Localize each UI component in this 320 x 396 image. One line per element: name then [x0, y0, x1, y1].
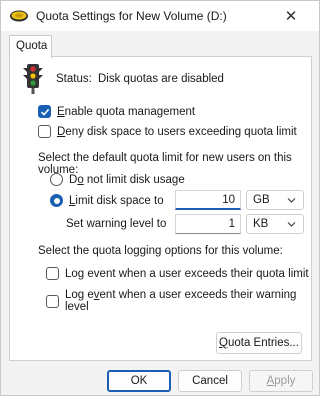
checkbox-box[interactable]: [46, 267, 59, 280]
title-bar: Quota Settings for New Volume (D:) ✕: [1, 1, 319, 31]
ok-button[interactable]: OK: [107, 370, 171, 392]
limit-value-input[interactable]: 10: [175, 190, 241, 210]
tab-label: Quota: [16, 40, 48, 52]
status-value: Disk quotas are disabled: [98, 73, 224, 85]
limit-space-radio[interactable]: Limit disk space to: [50, 194, 164, 207]
quota-tab-panel: Status: Disk quotas are disabled Enable …: [9, 56, 312, 361]
status-label: Status:: [56, 73, 92, 85]
apply-button[interactable]: Apply: [249, 370, 313, 392]
warning-unit-value: KB: [253, 218, 269, 230]
checkbox-box[interactable]: [38, 125, 51, 138]
radio-circle[interactable]: [50, 194, 63, 207]
chevron-down-icon: [287, 198, 296, 203]
warning-value-input[interactable]: 1: [175, 214, 241, 234]
close-icon: ✕: [284, 8, 298, 25]
deny-space-label: Deny disk space to users exceeding quota…: [57, 125, 297, 138]
cancel-button[interactable]: Cancel: [178, 370, 242, 392]
window-title: Quota Settings for New Volume (D:): [36, 9, 227, 23]
warning-unit-select[interactable]: KB: [246, 214, 304, 234]
close-button[interactable]: ✕: [269, 1, 313, 31]
limit-space-label: Limit disk space to: [69, 194, 164, 207]
enable-quota-label: Enable quota management: [57, 105, 196, 118]
log-quota-label: Log event when a user exceeds their quot…: [65, 267, 309, 280]
quota-entries-button[interactable]: Quota Entries...: [216, 332, 302, 354]
checkbox-box[interactable]: [46, 294, 59, 308]
log-warning-label: Log event when a user exceeds their warn…: [65, 289, 297, 313]
log-quota-checkbox[interactable]: Log event when a user exceeds their quot…: [46, 267, 309, 280]
logging-heading: Select the quota logging options for thi…: [38, 245, 283, 257]
limit-unit-value: GB: [253, 194, 270, 206]
quota-settings-dialog: Quota Settings for New Volume (D:) ✕ Quo…: [0, 0, 320, 396]
deny-space-checkbox[interactable]: Deny disk space to users exceeding quota…: [38, 125, 297, 138]
drive-icon: [10, 10, 28, 22]
checkmark-icon: [40, 108, 49, 116]
checkbox-box[interactable]: [38, 105, 51, 118]
radio-circle[interactable]: [50, 173, 63, 186]
enable-quota-checkbox[interactable]: Enable quota management: [38, 105, 195, 118]
traffic-light-icon: [23, 64, 43, 94]
no-limit-radio[interactable]: Do not limit disk usage: [50, 173, 185, 186]
chevron-down-icon: [287, 222, 296, 227]
tab-quota[interactable]: Quota: [9, 35, 52, 58]
log-warning-checkbox[interactable]: Log event when a user exceeds their warn…: [46, 289, 311, 313]
limit-unit-select[interactable]: GB: [246, 190, 304, 210]
no-limit-label: Do not limit disk usage: [69, 173, 185, 186]
warning-level-label: Set warning level to: [66, 218, 167, 230]
